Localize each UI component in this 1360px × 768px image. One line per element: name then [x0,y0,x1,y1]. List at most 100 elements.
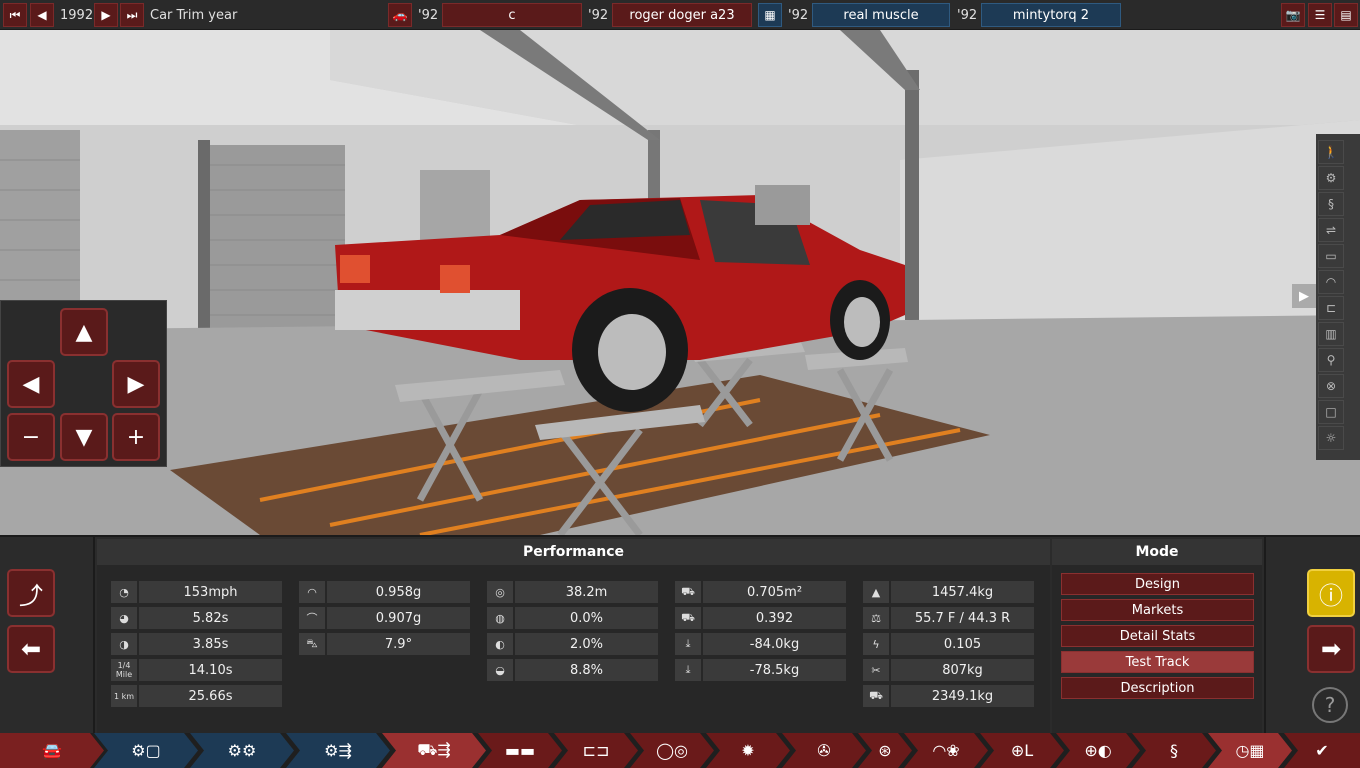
stat-top-speed: ◔ 153mph [111,581,282,603]
stat-understeer: ◐ 2.0% [487,633,658,655]
stage-tabs: 🚘 ⚙▢ ⚙⚙ ⚙⇶ ⛟⇶ ▬▬ ⊏⊐ ◯◎ ✹ ✇ ⊛ ◠❀ ⊕L ⊕◐ § … [0,733,1360,768]
tab-suspension[interactable]: ✇ [782,733,866,768]
tab-test-track[interactable]: ◷▦ [1208,733,1292,768]
stat-gross-weight: ⛟ 2349.1kg [863,685,1034,707]
tab-gearbox[interactable]: ✹ [706,733,790,768]
list-icon: ☰ [1314,8,1326,22]
model-name-field[interactable]: roger doger a23 [612,3,752,27]
stat-braking: ◎ 38.2m [487,581,658,603]
garage-viewport[interactable]: ▲ ◀ ▶ − ▼ + ▶ 🚶 ⚙ § ⇌ ▭ ◠ ⊏ ▥ ⚲ ⊗ □ ☼ [0,30,1360,535]
wheel-view-icon[interactable]: ⚙ [1318,166,1344,190]
stat-rigidity: ϟ 0.105 [863,633,1034,655]
steering-view-icon[interactable]: ⊗ [1318,374,1344,398]
engine-icon-button[interactable]: ▦ [758,3,782,27]
trim-icon: ⛟⇶ [417,740,451,759]
stat-frontal-area: ⛟ 0.705m² [675,581,846,603]
stat-rear-downforce: ⤓ -78.5kg [675,659,846,681]
test-track-icon: ◷▦ [1235,741,1265,760]
stat-towing: ✂ 807kg [863,659,1034,681]
mode-detail-stats-button[interactable]: Detail Stats [1061,625,1254,647]
tab-brakes[interactable]: ⊛ [858,733,912,768]
warning-button[interactable]: ⓘ [1307,569,1355,617]
tab-tuning[interactable]: § [1132,733,1216,768]
understeer-icon: ◐ [487,633,513,655]
camera-up-button[interactable]: ▲ [60,308,108,356]
stat-brake-fade: ◍ 0.0% [487,607,658,629]
back-button[interactable]: ⬅ [7,625,55,673]
chassis-icon: ⊏⊐ [582,741,610,760]
car-name-field[interactable]: c [442,3,582,27]
chassis-view-icon[interactable]: ⇌ [1318,218,1344,242]
camera-down-button[interactable]: ▼ [60,413,108,461]
zoom-out-button[interactable]: − [7,413,55,461]
stat-quarter-mile: 1/4 Mile 14.10s [111,659,282,681]
stat-weight-distribution: ⚖ 55.7 F / 44.3 R [863,607,1034,629]
slot-year: '92 [788,7,809,23]
graph-button[interactable]: ⤴ [7,569,55,617]
grille-view-icon[interactable]: ▥ [1318,322,1344,346]
lighting-view-icon[interactable]: ☼ [1318,426,1344,450]
tab-finish[interactable]: ✔ [1284,733,1360,768]
year-prev-button[interactable]: ◀ [30,3,54,27]
engine-family-field[interactable]: real muscle [812,3,950,27]
truck-icon: ⛟ [863,685,889,707]
mode-test-track-button[interactable]: Test Track [1061,651,1254,673]
list-button[interactable]: ☰ [1308,3,1332,27]
year-next-button[interactable]: ▶ [94,3,118,27]
arrow-right-icon: ➡ [1320,635,1342,663]
mode-design-button[interactable]: Design [1061,573,1254,595]
stat-front-downforce: ⤓ -84.0kg [675,633,846,655]
engine-variant-field[interactable]: mintytorq 2 [981,3,1121,27]
lightning-icon: ϟ [863,633,889,655]
tab-engine-family[interactable]: ⚙▢ [94,733,198,768]
one-km-icon: 1 km [111,685,137,707]
aero-icon: ◠❀ [932,741,960,760]
seat-view-icon[interactable]: ⚲ [1318,348,1344,372]
suspension-view-icon[interactable]: § [1318,192,1344,216]
downforce-icon: ⤓ [675,659,701,681]
slot-year: '92 [957,7,978,23]
camera-left-button[interactable]: ◀ [7,360,55,408]
garage-scene [0,30,1360,535]
expand-toolbar-button[interactable]: ▶ [1292,284,1316,308]
car-shape-icon[interactable]: ◠ [1318,270,1344,294]
brake-icon: ◎ [487,581,513,603]
camera-right-button[interactable]: ▶ [112,360,160,408]
tab-body[interactable]: ▬▬ [478,733,562,768]
next-button[interactable]: ➡ [1307,625,1355,673]
cornering-icon: ◠ [299,581,325,603]
year-last-button[interactable]: ⏭ [120,3,144,27]
body-roll-icon: ⛍ [299,633,325,655]
menu-button[interactable]: ▤ [1334,3,1358,27]
tab-safety[interactable]: ⊕◐ [1056,733,1140,768]
fixture-view-icon[interactable]: ⊏ [1318,296,1344,320]
year-first-button[interactable]: ⏮ [3,3,27,27]
mode-markets-button[interactable]: Markets [1061,599,1254,621]
tab-aero[interactable]: ◠❀ [904,733,988,768]
car-icon-button[interactable]: 🚗 [388,3,412,27]
menu-icon: ▤ [1340,8,1352,22]
tab-engine-mount[interactable]: ◯◎ [630,733,714,768]
tab-chassis[interactable]: ⊏⊐ [554,733,638,768]
wheel-icon: ✇ [817,741,831,760]
camera-button[interactable]: 📷 [1281,3,1305,27]
tab-engine-tune[interactable]: ⚙⇶ [286,733,390,768]
tab-engine-parts[interactable]: ⚙⚙ [190,733,294,768]
stat-drag-coefficient: ⛟ 0.392 [675,607,846,629]
graph-icon: ⤴ [19,581,43,610]
zoom-in-button[interactable]: + [112,413,160,461]
body-icon: ▬▬ [504,741,536,760]
driver-view-icon[interactable]: 🚶 [1318,140,1344,164]
car-front-icon: ⛟ [675,607,701,629]
body-view-icon[interactable]: ▭ [1318,244,1344,268]
tab-interior[interactable]: ⊕L [980,733,1064,768]
help-button[interactable]: ? [1312,687,1348,723]
tuning-icon: § [1170,741,1178,760]
blank-view-icon[interactable]: □ [1318,400,1344,424]
mode-description-button[interactable]: Description [1061,677,1254,699]
tab-trim[interactable]: ⛟⇶ [382,733,486,768]
engine-parts-icon: ⚙⚙ [227,741,257,760]
tab-car-model[interactable]: 🚘 [0,733,104,768]
stat-0-60: ◑ 3.85s [111,633,282,655]
wrench-icon: ✂ [863,659,889,681]
